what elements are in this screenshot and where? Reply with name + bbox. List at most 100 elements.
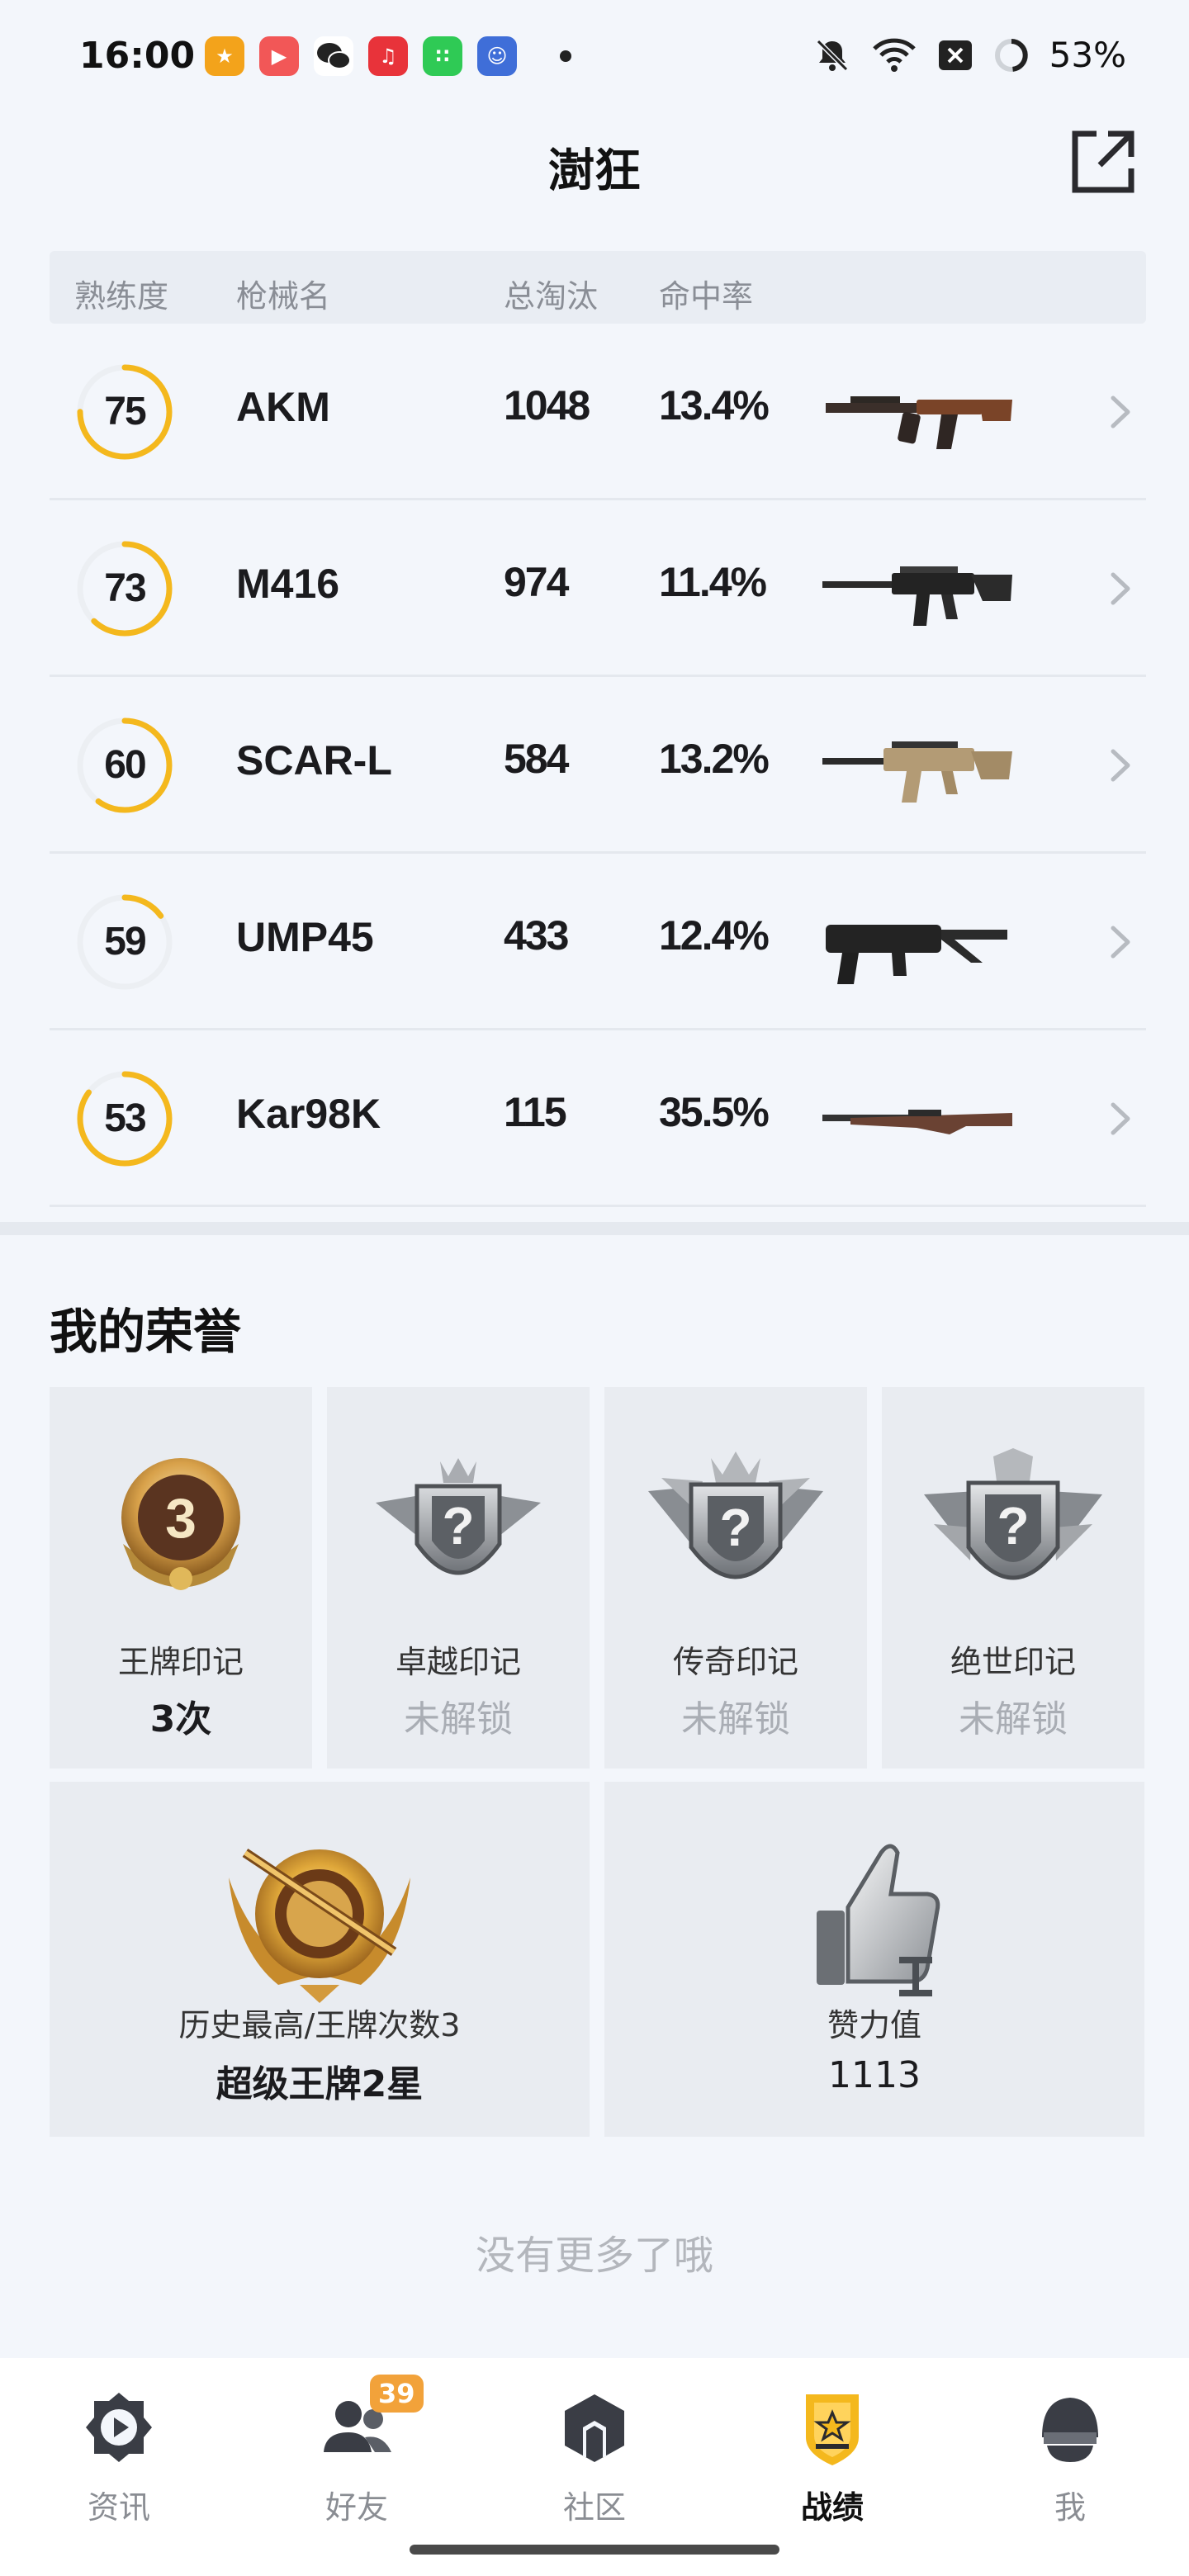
ace-mark-card[interactable]: 3 王牌印记 3次: [50, 1387, 312, 1769]
home-indicator[interactable]: [410, 2545, 779, 2555]
friends-count-badge: 39: [370, 2375, 424, 2413]
peerless-badge-icon: ?: [924, 1448, 1102, 1580]
nav-item-community[interactable]: 社区: [476, 2378, 713, 2543]
weapon-name: M416: [236, 561, 340, 607]
ace-badge-icon: 3: [121, 1458, 240, 1590]
chevron-right-icon: [1111, 1102, 1130, 1135]
weapon-total-kills: 1048: [504, 382, 590, 429]
excellence-badge-icon: ?: [376, 1458, 541, 1575]
news-icon: [86, 2393, 152, 2462]
nav-label-news: 资讯: [87, 2489, 150, 2526]
header-proficiency: 熟练度: [74, 278, 169, 315]
header-hit-rate: 命中率: [659, 278, 754, 315]
weapon-name: AKM: [236, 384, 330, 430]
ace-mark-count: 3次: [149, 1698, 212, 1740]
wechat-icon: [314, 36, 353, 76]
nav-label-community: 社区: [562, 2489, 626, 2526]
excellence-mark-label: 卓越印记: [395, 1644, 521, 1680]
profile-icon: [1042, 2398, 1098, 2462]
status-time: 16:00: [79, 35, 196, 77]
likes-card[interactable]: 赞力值 1113: [604, 1782, 1144, 2137]
weapon-row[interactable]: 73 M416 974 11.4%: [50, 500, 1146, 677]
weapon-row[interactable]: 60 SCAR-L 584 13.2%: [50, 677, 1146, 854]
chevron-right-icon: [1111, 749, 1130, 782]
wifi-icon: [872, 38, 916, 72]
weapon-hit-rate: 11.4%: [659, 559, 767, 605]
nav-item-news[interactable]: 资讯: [0, 2378, 238, 2543]
weapon-total-kills: 115: [504, 1089, 567, 1135]
nav-item-stats[interactable]: 战绩: [713, 2378, 951, 2543]
bottom-nav: 资讯 39 好友 社区 战绩 我: [0, 2358, 1189, 2576]
proficiency-level: 73: [104, 566, 146, 610]
battery-ring-icon: [994, 38, 1028, 72]
stats-icon: [806, 2394, 859, 2465]
weapon-image: [822, 1110, 1012, 1134]
weapon-row[interactable]: 59 UMP45 433 12.4%: [50, 854, 1146, 1030]
share-button[interactable]: [1068, 127, 1138, 197]
ace-mark-label: 王牌印记: [117, 1644, 244, 1680]
weapon-hit-rate: 13.4%: [659, 382, 770, 429]
header: 澍狂: [0, 112, 1189, 211]
game-app-icon: ★: [205, 36, 244, 76]
legend-badge-icon: ?: [648, 1451, 823, 1579]
weapon-image: [822, 741, 1012, 803]
thumbs-up-icon: [817, 1844, 940, 1996]
section-divider: [0, 1222, 1189, 1235]
excellence-mark-card[interactable]: ? 卓越印记 未解锁: [327, 1387, 590, 1769]
video-app-icon: ▶: [259, 36, 299, 76]
weapon-table-header: 熟练度 枪械名 总淘汰 命中率: [50, 251, 1146, 324]
end-of-list-text: 没有更多了哦: [475, 2233, 713, 2279]
svg-text:?: ?: [442, 1496, 474, 1556]
nav-item-profile[interactable]: 我: [951, 2378, 1189, 2543]
nav-label-friends: 好友: [324, 2489, 388, 2526]
peerless-mark-label: 绝世印记: [950, 1644, 1076, 1680]
weapon-row[interactable]: 75 AKM 1048 13.4%: [50, 324, 1146, 500]
mute-bell-icon: [816, 39, 848, 71]
likes-label: 赞力值: [827, 2007, 921, 2043]
peerless-mark-card[interactable]: ? 绝世印记 未解锁: [882, 1387, 1144, 1769]
weapon-image: [822, 566, 1012, 626]
super-ace-rank-icon: [229, 1849, 410, 2003]
proficiency-level: 59: [104, 920, 146, 964]
chevron-right-icon: [1111, 395, 1130, 429]
nav-label-profile: 我: [1054, 2489, 1086, 2526]
nav-label-stats: 战绩: [800, 2489, 864, 2526]
legend-mark-card[interactable]: ? 传奇印记 未解锁: [604, 1387, 867, 1769]
legend-mark-status: 未解锁: [681, 1698, 790, 1740]
weapon-hit-rate: 13.2%: [659, 736, 770, 782]
weapon-hit-rate: 12.4%: [659, 912, 770, 959]
highest-rank-card[interactable]: 历史最高/王牌次数3 超级王牌2星: [50, 1782, 590, 2137]
legend-mark-label: 传奇印记: [672, 1644, 798, 1680]
more-notifications-dot: [560, 50, 571, 62]
header-total-kills: 总淘汰: [504, 278, 599, 315]
sim-off-icon: [938, 40, 972, 70]
weapon-row[interactable]: 53 Kar98K 115 35.5%: [50, 1030, 1146, 1207]
excellence-mark-status: 未解锁: [404, 1698, 513, 1740]
proficiency-level: 75: [104, 390, 146, 433]
peerless-mark-status: 未解锁: [959, 1698, 1068, 1740]
page-title: 澍狂: [548, 144, 641, 198]
header-weapon-name: 枪械名: [236, 278, 331, 315]
status-bar: 16:00 ★ ▶ ♫ ∷ ☺ 53%: [0, 0, 1189, 112]
battery-percent: 53%: [1049, 35, 1126, 75]
weapon-total-kills: 974: [504, 559, 569, 605]
weapon-image: [826, 925, 1007, 984]
status-right: 53%: [813, 35, 1126, 75]
community-icon: [565, 2394, 624, 2462]
mascot-app-icon: ☺: [477, 36, 517, 76]
weapon-name: Kar98K: [236, 1091, 381, 1137]
weapon-image: [826, 396, 1012, 449]
weapon-total-kills: 433: [504, 912, 569, 959]
weapon-name: SCAR-L: [236, 737, 392, 784]
svg-text:?: ?: [719, 1498, 751, 1557]
svg-text:3: 3: [165, 1487, 197, 1550]
svg-text:?: ?: [997, 1496, 1029, 1556]
highest-rank-value: 超级王牌2星: [216, 2063, 424, 2105]
proficiency-level: 53: [104, 1096, 146, 1140]
weapon-total-kills: 584: [504, 736, 569, 782]
proficiency-level: 60: [104, 743, 146, 787]
nav-item-friends[interactable]: 39 好友: [238, 2375, 476, 2543]
chevron-right-icon: [1111, 926, 1130, 959]
likes-value: 1113: [828, 2054, 921, 2096]
weapon-name: UMP45: [236, 914, 374, 960]
